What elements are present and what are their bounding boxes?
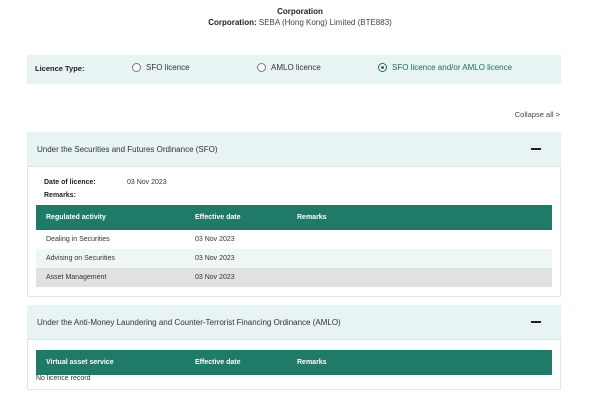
remarks-row: Remarks: <box>44 192 76 199</box>
table-row: Dealing in Securities 03 Nov 2023 <box>36 230 552 249</box>
sfo-section-header[interactable]: Under the Securities and Futures Ordinan… <box>27 132 561 166</box>
remarks-label: Remarks: <box>44 192 76 199</box>
amlo-section-body: Virtual asset service Effective date Rem… <box>27 339 561 390</box>
licence-type-label: Licence Type: <box>35 64 85 73</box>
activity-cell: Dealing in Securities <box>46 236 110 243</box>
date-cell: 03 Nov 2023 <box>195 236 235 243</box>
corporation-label: Corporation: <box>208 18 257 27</box>
amlo-section-title: Under the Anti-Money Laundering and Coun… <box>37 318 341 327</box>
column-header: Remarks <box>297 214 327 221</box>
date-of-licence-label: Date of licence: <box>44 179 96 186</box>
radio-label[interactable]: SFO licence <box>146 63 190 72</box>
column-header: Effective date <box>195 359 241 366</box>
radio-label[interactable]: SFO licence and/or AMLO licence <box>392 63 512 72</box>
no-licence-record-text: No licence record <box>36 375 91 382</box>
radio-sfo-and-amlo-licence[interactable]: SFO licence and/or AMLO licence <box>378 63 512 72</box>
page-header: Corporation Corporation: SEBA (Hong Kong… <box>0 6 600 28</box>
table-header: Regulated activity Effective date Remark… <box>36 205 552 230</box>
collapse-minus-icon[interactable] <box>531 148 541 150</box>
radio-amlo-licence[interactable]: AMLO licence <box>257 63 321 72</box>
sfo-section-title: Under the Securities and Futures Ordinan… <box>37 145 218 154</box>
column-header: Regulated activity <box>46 214 106 221</box>
table-row: Advising on Securities 03 Nov 2023 <box>36 249 552 268</box>
date-of-licence-row: Date of licence: 03 Nov 2023 <box>44 179 167 186</box>
column-header: Effective date <box>195 214 241 221</box>
sfo-section-body: Date of licence: 03 Nov 2023 Remarks: Re… <box>27 166 561 297</box>
date-cell: 03 Nov 2023 <box>195 255 235 262</box>
table-header: Virtual asset service Effective date Rem… <box>36 350 552 375</box>
radio-circle-icon[interactable] <box>257 63 266 72</box>
amlo-service-table: Virtual asset service Effective date Rem… <box>36 350 552 375</box>
amlo-section-header[interactable]: Under the Anti-Money Laundering and Coun… <box>27 305 561 339</box>
radio-circle-icon[interactable] <box>132 63 141 72</box>
date-of-licence-value: 03 Nov 2023 <box>127 179 167 186</box>
radio-label[interactable]: AMLO licence <box>271 63 321 72</box>
licence-type-bar: Licence Type: SFO licence AMLO licence S… <box>27 55 561 84</box>
column-header: Remarks <box>297 359 327 366</box>
collapse-minus-icon[interactable] <box>531 321 541 323</box>
sfo-activity-table: Regulated activity Effective date Remark… <box>36 205 552 287</box>
activity-cell: Advising on Securities <box>46 255 115 262</box>
date-cell: 03 Nov 2023 <box>195 274 235 281</box>
radio-sfo-licence[interactable]: SFO licence <box>132 63 190 72</box>
collapse-all-link[interactable]: Collapse all > <box>515 110 560 119</box>
corporation-value: SEBA (Hong Kong) Limited (BTE883) <box>258 18 392 27</box>
table-row: Asset Management 03 Nov 2023 <box>36 268 552 287</box>
page-title: Corporation <box>277 7 323 16</box>
column-header: Virtual asset service <box>46 359 114 366</box>
radio-selected-icon[interactable] <box>378 63 387 72</box>
activity-cell: Asset Management <box>46 274 107 281</box>
corporation-line: Corporation: SEBA (Hong Kong) Limited (B… <box>0 17 600 28</box>
